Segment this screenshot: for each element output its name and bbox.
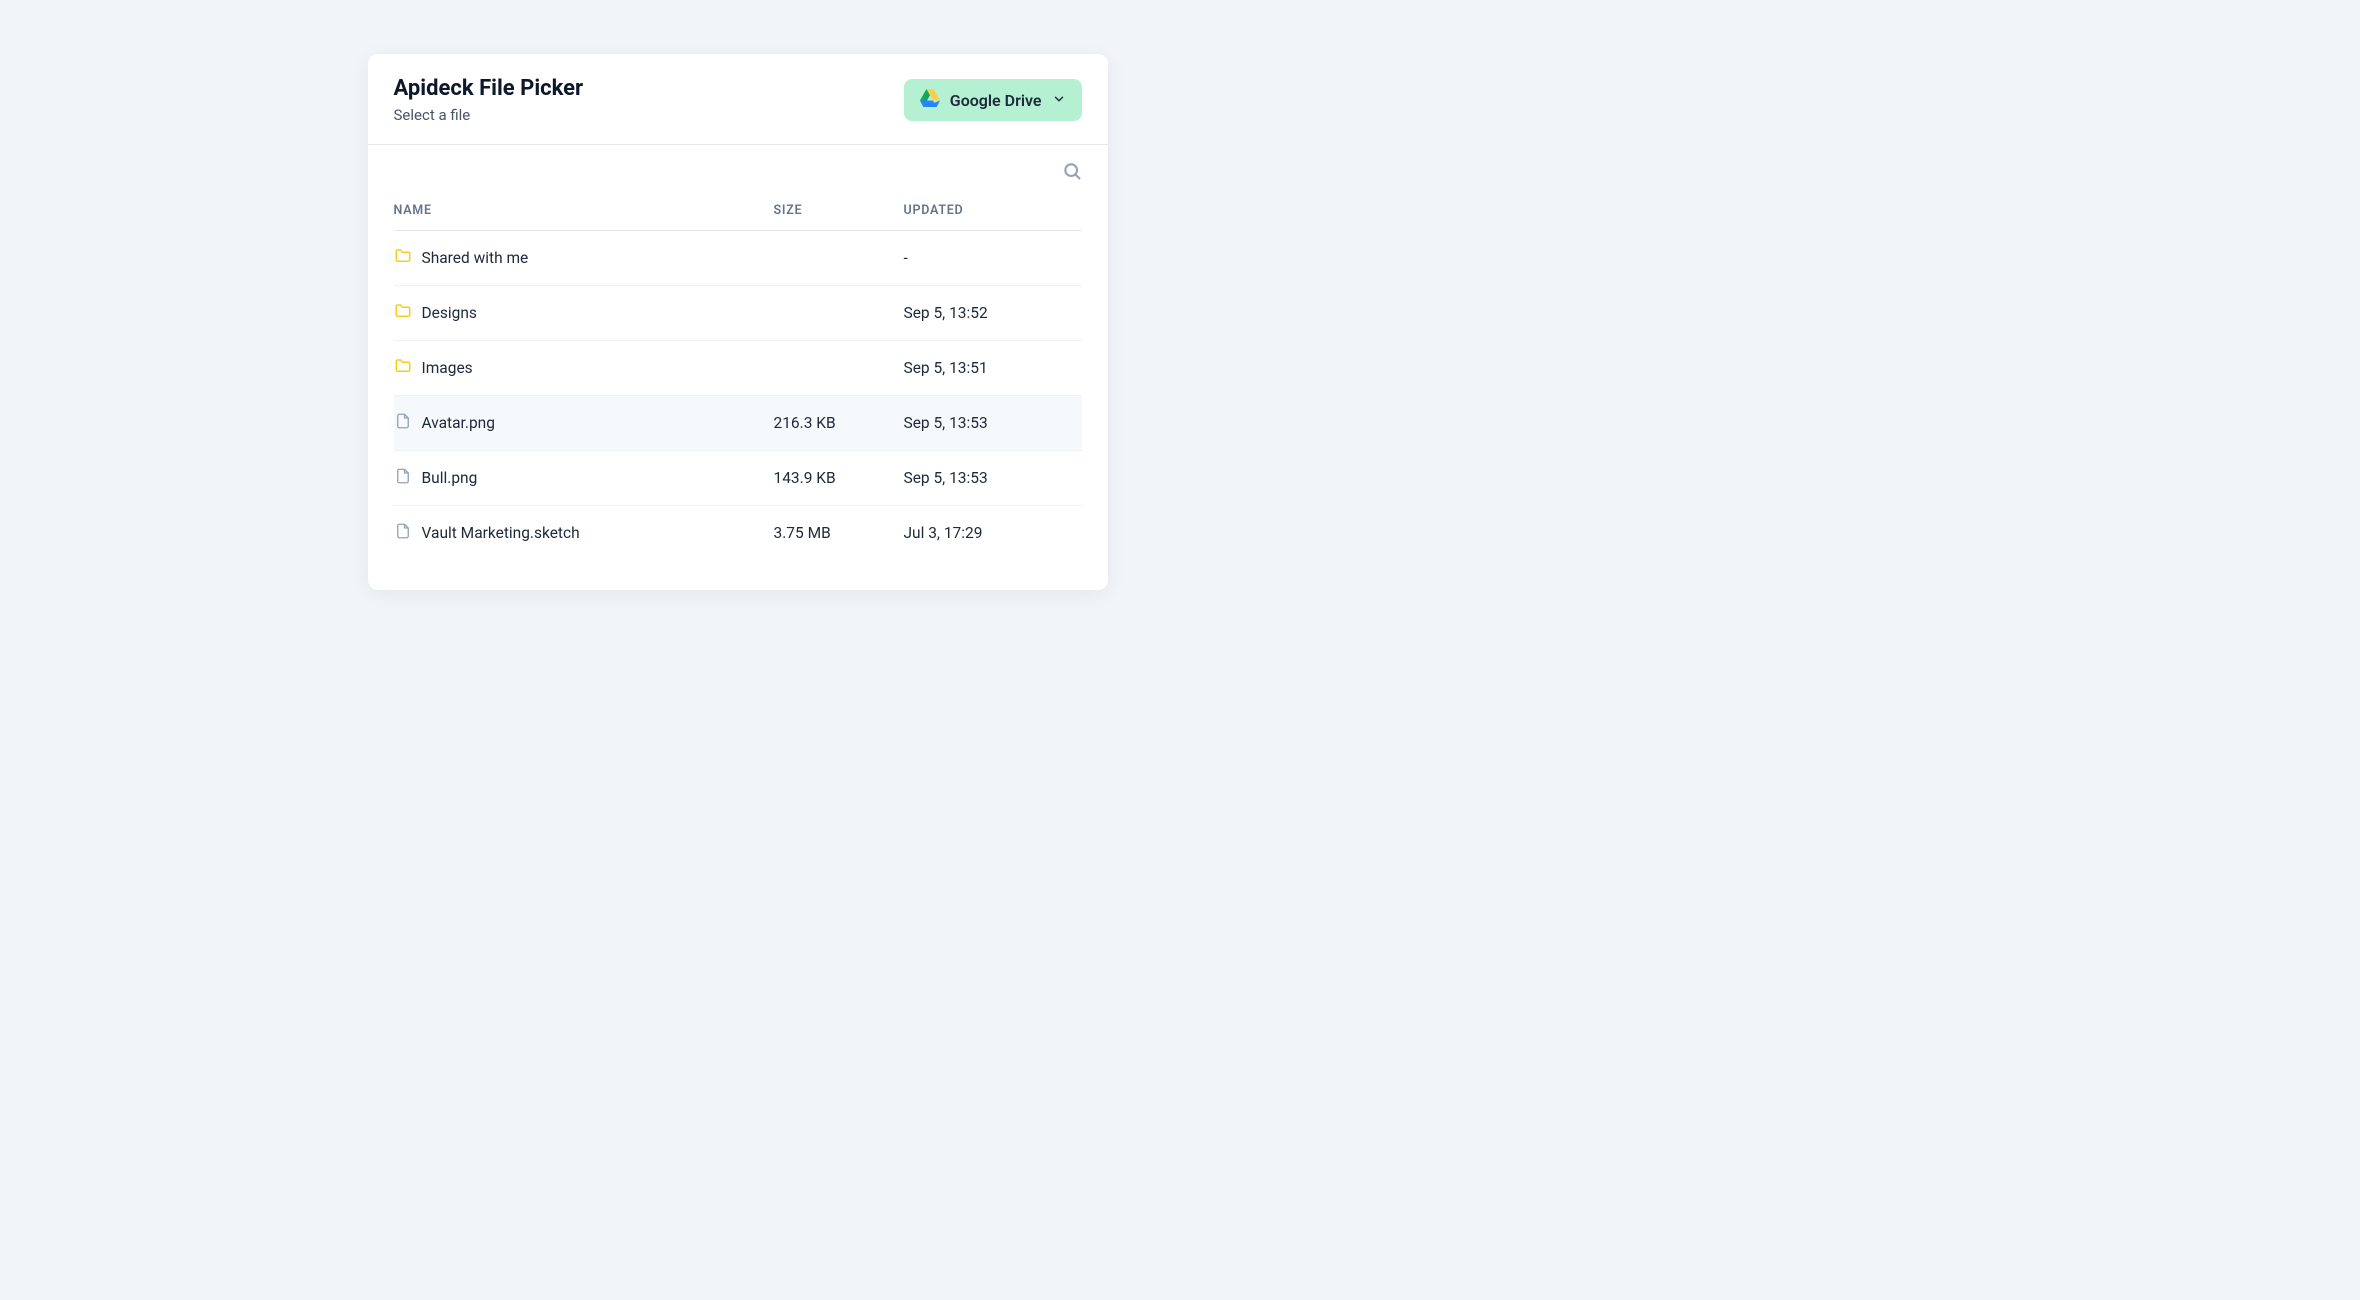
- name-cell: Vault Marketing.sketch: [394, 522, 774, 544]
- file-updated: Sep 5, 13:51: [904, 359, 1082, 377]
- file-size: 216.3 KB: [774, 414, 904, 432]
- file-icon: [394, 467, 412, 489]
- table-row[interactable]: Vault Marketing.sketch 3.75 MBJul 3, 17:2…: [394, 506, 1082, 560]
- file-icon: [394, 522, 412, 544]
- modal-title: Apideck File Picker: [394, 76, 584, 101]
- table-row[interactable]: Avatar.png 216.3 KBSep 5, 13:53: [394, 396, 1082, 451]
- file-updated: Jul 3, 17:29: [904, 524, 1082, 542]
- name-cell: Designs: [394, 302, 774, 324]
- file-name: Bull.png: [422, 469, 478, 487]
- col-size: SIZE: [774, 203, 904, 218]
- provider-label: Google Drive: [950, 91, 1042, 110]
- name-cell: Images: [394, 357, 774, 379]
- modal-subtitle: Select a file: [394, 106, 584, 124]
- file-updated: Sep 5, 13:53: [904, 414, 1082, 432]
- file-icon: [394, 412, 412, 434]
- file-picker-modal: Apideck File Picker Select a file Google…: [368, 54, 1108, 590]
- chevron-down-icon: [1052, 91, 1066, 110]
- col-name: NAME: [394, 203, 774, 218]
- file-size: 143.9 KB: [774, 469, 904, 487]
- file-name: Designs: [422, 304, 477, 322]
- folder-icon: [394, 357, 412, 379]
- name-cell: Shared with me: [394, 247, 774, 269]
- folder-icon: [394, 247, 412, 269]
- file-updated: Sep 5, 13:53: [904, 469, 1082, 487]
- file-updated: -: [904, 249, 1082, 267]
- folder-icon: [394, 302, 412, 324]
- file-size: 3.75 MB: [774, 524, 904, 542]
- file-name: Vault Marketing.sketch: [422, 524, 580, 542]
- table-row[interactable]: Images Sep 5, 13:51: [394, 341, 1082, 396]
- table-row[interactable]: Bull.png 143.9 KBSep 5, 13:53: [394, 451, 1082, 506]
- google-drive-icon: [920, 89, 940, 111]
- file-table: NAME SIZE UPDATED Shared with me - Designs…: [368, 191, 1108, 590]
- file-updated: Sep 5, 13:52: [904, 304, 1082, 322]
- table-header: NAME SIZE UPDATED: [394, 191, 1082, 231]
- table-row[interactable]: Shared with me -: [394, 231, 1082, 286]
- file-name: Images: [422, 359, 473, 377]
- provider-select-button[interactable]: Google Drive: [904, 79, 1082, 121]
- name-cell: Bull.png: [394, 467, 774, 489]
- title-block: Apideck File Picker Select a file: [394, 76, 584, 124]
- table-body: Shared with me - Designs Sep 5, 13:52 Images…: [394, 231, 1082, 560]
- file-name: Shared with me: [422, 249, 529, 267]
- file-name: Avatar.png: [422, 414, 495, 432]
- toolbar: [368, 145, 1108, 191]
- col-updated: UPDATED: [904, 203, 1082, 218]
- search-icon[interactable]: [1062, 161, 1082, 185]
- modal-header: Apideck File Picker Select a file Google…: [368, 54, 1108, 145]
- table-row[interactable]: Designs Sep 5, 13:52: [394, 286, 1082, 341]
- name-cell: Avatar.png: [394, 412, 774, 434]
